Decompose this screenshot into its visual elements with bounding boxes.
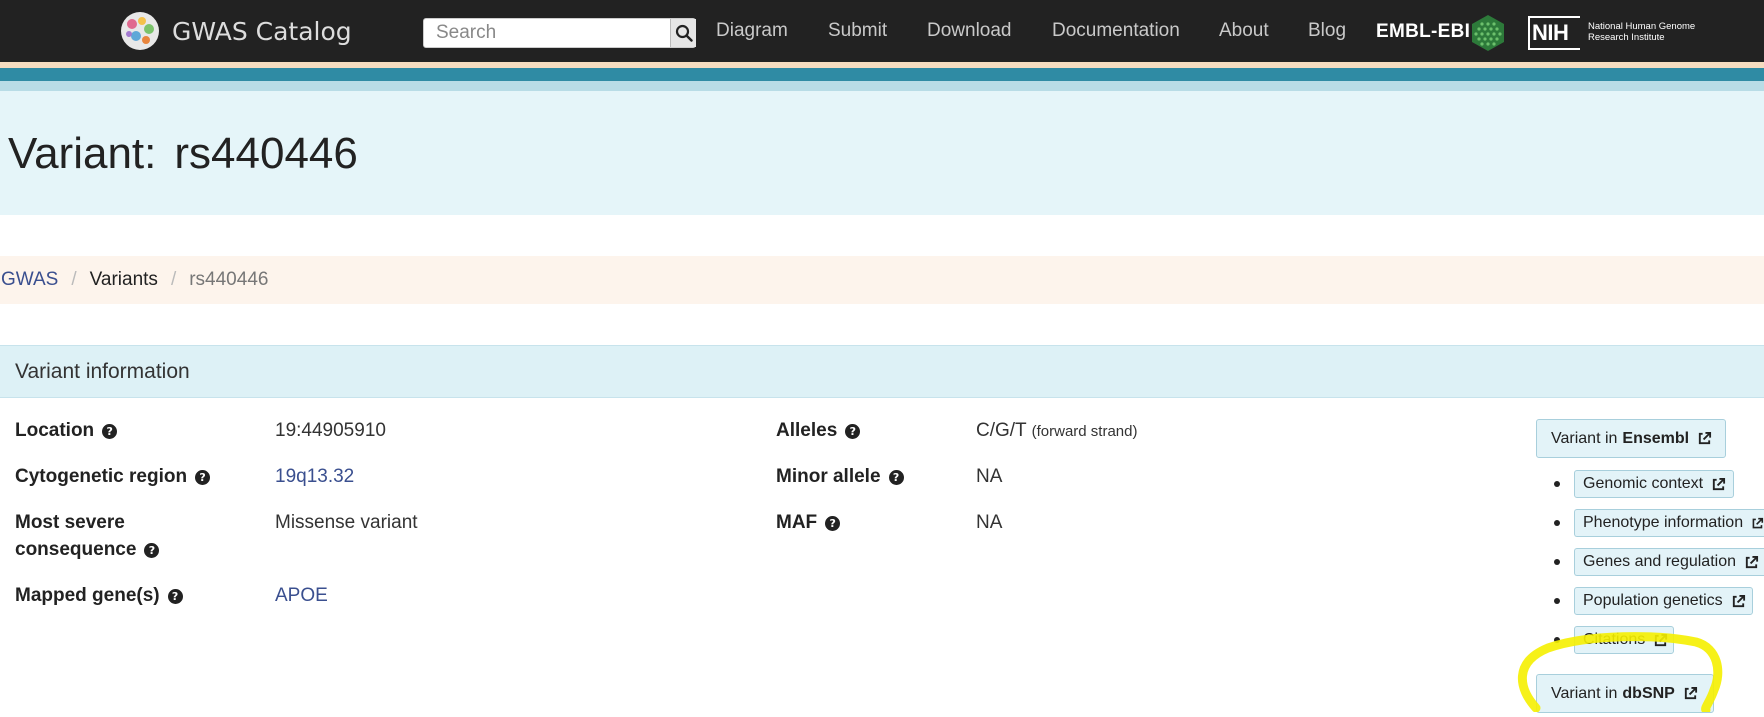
page-title-id: rs440446 — [174, 129, 358, 178]
list-bullet — [1554, 481, 1560, 487]
external-link-icon — [1698, 431, 1712, 445]
variant-info-panel-header: Variant information — [0, 345, 1764, 398]
nih-logo-label: NIH — [1532, 20, 1569, 45]
title-band: Variant: rs440446 — [0, 91, 1764, 215]
header-stripe — [0, 68, 1764, 81]
external-link-icon — [1712, 477, 1726, 490]
help-icon[interactable]: ? — [845, 424, 861, 439]
genomic-context-label: Genomic context — [1583, 475, 1704, 492]
nav-blog[interactable]: Blog — [1308, 20, 1346, 42]
help-icon[interactable]: ? — [888, 470, 904, 485]
list-bullet — [1554, 559, 1560, 565]
consequence-label-line2: consequence — [15, 539, 137, 560]
breadcrumb-gwas[interactable]: GWAS — [0, 269, 58, 291]
minor-allele-label: Minor allele? — [776, 463, 904, 490]
alleles-value: C/G/T (forward strand) — [976, 420, 1138, 441]
location-label: Location? — [15, 417, 118, 444]
search-button[interactable] — [670, 19, 696, 47]
help-icon[interactable]: ? — [825, 516, 841, 531]
breadcrumb-separator: / — [71, 269, 77, 290]
consequence-label-line1: Most severe — [15, 512, 125, 533]
location-value: 19:44905910 — [275, 420, 386, 441]
ensembl-phenotype-information-link[interactable]: Phenotype information — [1574, 509, 1764, 537]
nih-subtitle-line1: National Human Genome — [1588, 21, 1696, 32]
ensembl-genomic-context-link[interactable]: Genomic context — [1574, 470, 1734, 498]
search-icon — [675, 24, 693, 42]
page-title-prefix: Variant: — [8, 129, 157, 178]
mapped-gene-link[interactable]: APOE — [275, 582, 328, 609]
external-link-icon — [1745, 555, 1759, 568]
mapped-genes-label: Mapped gene(s)? — [15, 582, 183, 609]
embl-ebi-logo[interactable]: EMBL-EBI — [1376, 21, 1470, 43]
genes-regulation-label: Genes and regulation — [1583, 553, 1736, 570]
nav-diagram[interactable]: Diagram — [716, 20, 788, 42]
variant-in-ensembl-button[interactable]: Variant in Ensembl — [1536, 419, 1726, 458]
external-link-icon — [1732, 594, 1745, 607]
ensembl-button-name: Ensembl — [1622, 429, 1690, 447]
population-genetics-label: Population genetics — [1583, 592, 1723, 609]
search-box — [423, 18, 696, 48]
nih-subtitle-line2: Research Institute — [1588, 32, 1665, 43]
list-bullet — [1554, 520, 1560, 526]
dbsnp-button-name: dbSNP — [1622, 684, 1675, 702]
help-icon[interactable]: ? — [144, 543, 160, 558]
consequence-label: Most severe consequence? — [15, 509, 160, 563]
minor-allele-value: NA — [976, 466, 1003, 487]
ensembl-citations-link[interactable]: Citations — [1574, 626, 1674, 654]
gwas-logo-icon[interactable] — [118, 11, 162, 51]
breadcrumb-current: rs440446 — [189, 269, 269, 290]
external-link-icon — [1684, 686, 1697, 700]
page-title: Variant: rs440446 — [8, 129, 358, 179]
nav-submit[interactable]: Submit — [828, 20, 887, 42]
alleles-strand: (forward strand) — [1031, 423, 1138, 440]
help-icon[interactable]: ? — [102, 424, 118, 439]
variant-in-dbsnp-button[interactable]: Variant in dbSNP — [1536, 674, 1714, 713]
cytogenetic-region-link[interactable]: 19q13.32 — [275, 463, 354, 490]
ensembl-genes-regulation-link[interactable]: Genes and regulation — [1574, 548, 1764, 576]
list-bullet — [1554, 637, 1560, 643]
external-link-icon — [1752, 517, 1764, 528]
ensembl-button-prefix: Variant in — [1551, 429, 1618, 447]
dbsnp-button-prefix: Variant in — [1551, 684, 1618, 702]
brand-title[interactable]: GWAS Catalog — [172, 17, 352, 46]
panel-title: Variant information — [15, 360, 190, 383]
phenotype-information-label: Phenotype information — [1583, 514, 1744, 531]
help-icon[interactable]: ? — [195, 470, 211, 485]
embl-ebi-hexagon-icon — [1472, 15, 1504, 51]
nav-about[interactable]: About — [1219, 20, 1269, 42]
consequence-value: Missense variant — [275, 512, 418, 533]
maf-label: MAF? — [776, 509, 841, 536]
nih-subtitle: National Human Genome Research Institute — [1588, 21, 1708, 43]
list-bullet — [1554, 598, 1560, 604]
nav-download[interactable]: Download — [927, 20, 1012, 42]
top-navbar: GWAS Catalog Diagram Submit Download Doc… — [0, 0, 1764, 62]
citations-label: Citations — [1583, 631, 1646, 648]
help-icon[interactable]: ? — [167, 589, 183, 604]
search-input[interactable] — [424, 19, 669, 47]
alleles-label: Alleles? — [776, 417, 861, 444]
header-stripe — [0, 81, 1764, 91]
ensembl-population-genetics-link[interactable]: Population genetics — [1574, 587, 1753, 615]
nav-documentation[interactable]: Documentation — [1052, 20, 1180, 42]
breadcrumb-variants[interactable]: Variants — [90, 269, 158, 291]
maf-value: NA — [976, 512, 1003, 533]
breadcrumb-separator: / — [170, 269, 177, 290]
cytogenetic-region-label: Cytogenetic region? — [15, 463, 211, 490]
external-link-icon — [1655, 633, 1668, 646]
breadcrumb: GWAS / Variants / rs440446 — [0, 256, 1764, 304]
